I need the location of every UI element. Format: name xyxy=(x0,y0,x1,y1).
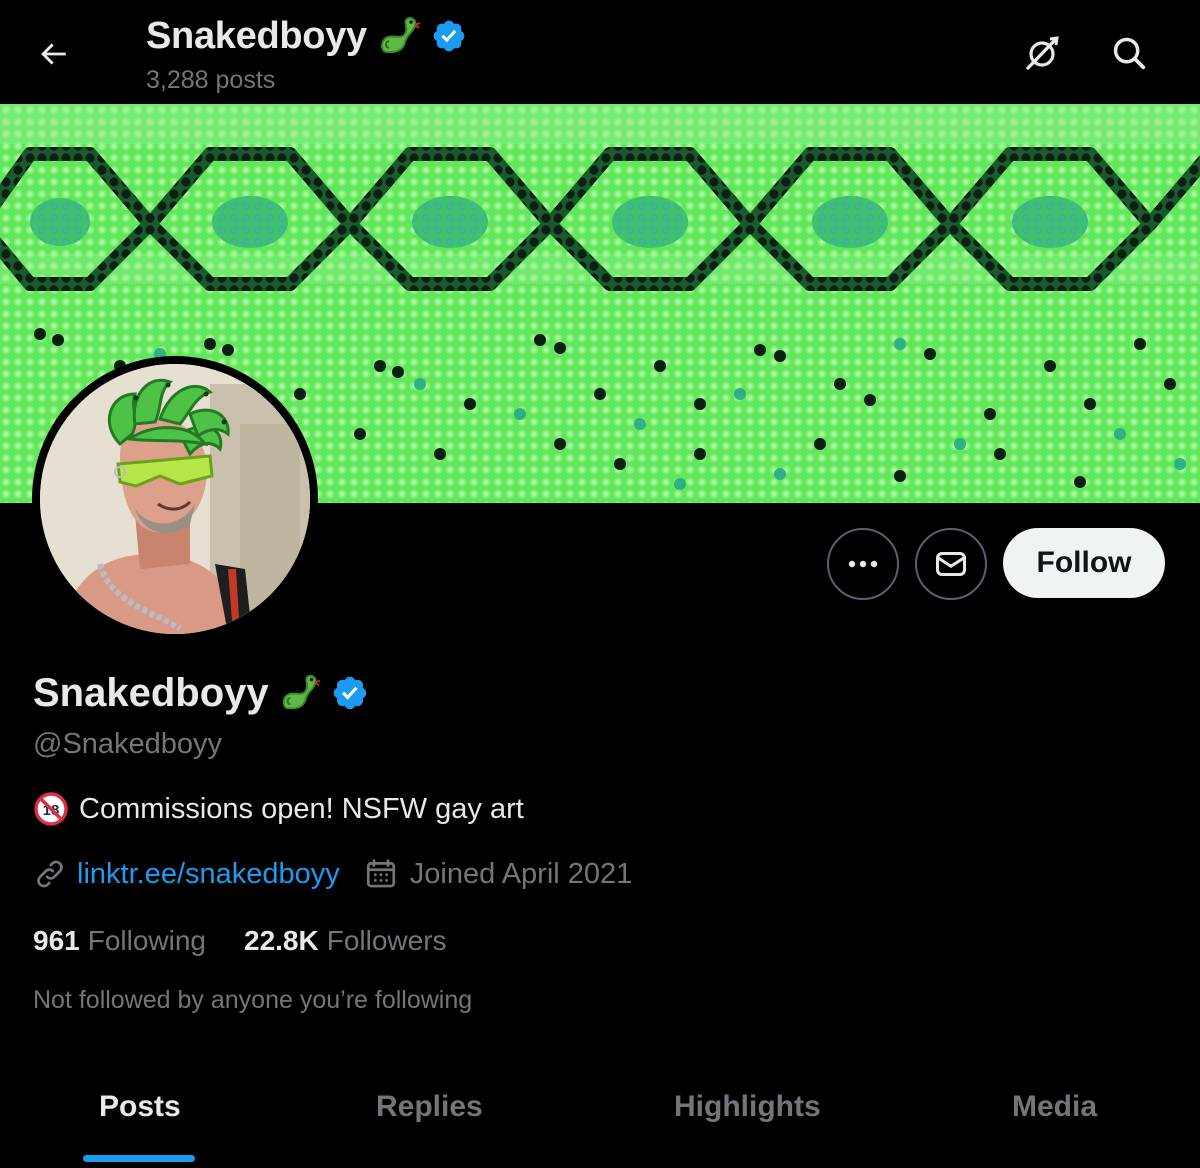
avatar[interactable] xyxy=(40,364,310,634)
verified-badge-icon xyxy=(433,20,465,52)
profile-meta-row: linktr.ee/snakedboyy Joined April 2021 xyxy=(33,857,632,891)
profile-avatar-frame[interactable] xyxy=(32,356,318,642)
followers-count: 22.8K xyxy=(244,925,319,956)
arrow-left-icon xyxy=(41,43,66,65)
more-icon xyxy=(848,560,878,568)
grok-button[interactable] xyxy=(1017,28,1067,78)
followers-stat-link[interactable]: 22.8K Followers xyxy=(244,925,447,957)
profile-display-name: Snakedboyy xyxy=(33,670,269,715)
profile-handle: @Snakedboyy xyxy=(33,728,223,760)
mutual-followers-note: Not followed by anyone you’re following xyxy=(33,986,473,1014)
following-stat-link[interactable]: 961 Following xyxy=(33,925,206,957)
following-label: Following xyxy=(87,925,206,956)
bio-text: Commissions open! NSFW gay art xyxy=(79,792,524,825)
more-options-button[interactable] xyxy=(827,528,899,600)
envelope-icon xyxy=(936,552,966,576)
tab-highlights[interactable]: Highlights xyxy=(674,1090,821,1124)
snake-emoji-icon xyxy=(282,674,321,710)
link-icon xyxy=(37,860,63,888)
tab-replies[interactable]: Replies xyxy=(376,1090,483,1124)
profile-stats: 961 Following 22.8K Followers xyxy=(33,925,447,957)
tab-posts[interactable]: Posts xyxy=(99,1090,181,1124)
profile-name-row: Snakedboyy xyxy=(33,670,369,716)
profile-bio: 18 Commissions open! NSFW gay art xyxy=(33,791,524,827)
active-tab-indicator xyxy=(83,1155,195,1162)
header-post-count: 3,288 posts xyxy=(146,66,276,94)
profile-website-link[interactable]: linktr.ee/snakedboyy xyxy=(77,858,340,891)
back-button[interactable] xyxy=(30,31,76,77)
profile-joined-date: Joined April 2021 xyxy=(409,857,633,890)
message-button[interactable] xyxy=(915,528,987,600)
avatar-illustration xyxy=(40,364,310,634)
tab-media[interactable]: Media xyxy=(1012,1090,1097,1124)
grok-icon xyxy=(1026,36,1059,70)
no-under-18-emoji-icon: 18 xyxy=(34,792,68,826)
profile-tabs: Posts Replies Highlights Media xyxy=(0,1070,1200,1168)
search-button[interactable] xyxy=(1104,28,1154,78)
search-icon xyxy=(1113,37,1146,70)
followers-label: Followers xyxy=(326,925,447,956)
profile-header-bar: Snakedboyy 3,288 posts xyxy=(0,0,1200,104)
snake-emoji-icon xyxy=(380,16,421,53)
following-count: 961 xyxy=(33,925,80,956)
header-name-row: Snakedboyy xyxy=(146,12,467,60)
verified-badge-icon[interactable] xyxy=(331,674,369,712)
follow-button[interactable]: Follow xyxy=(1003,528,1165,598)
header-display-name: Snakedboyy xyxy=(146,14,367,57)
calendar-icon xyxy=(366,859,395,888)
